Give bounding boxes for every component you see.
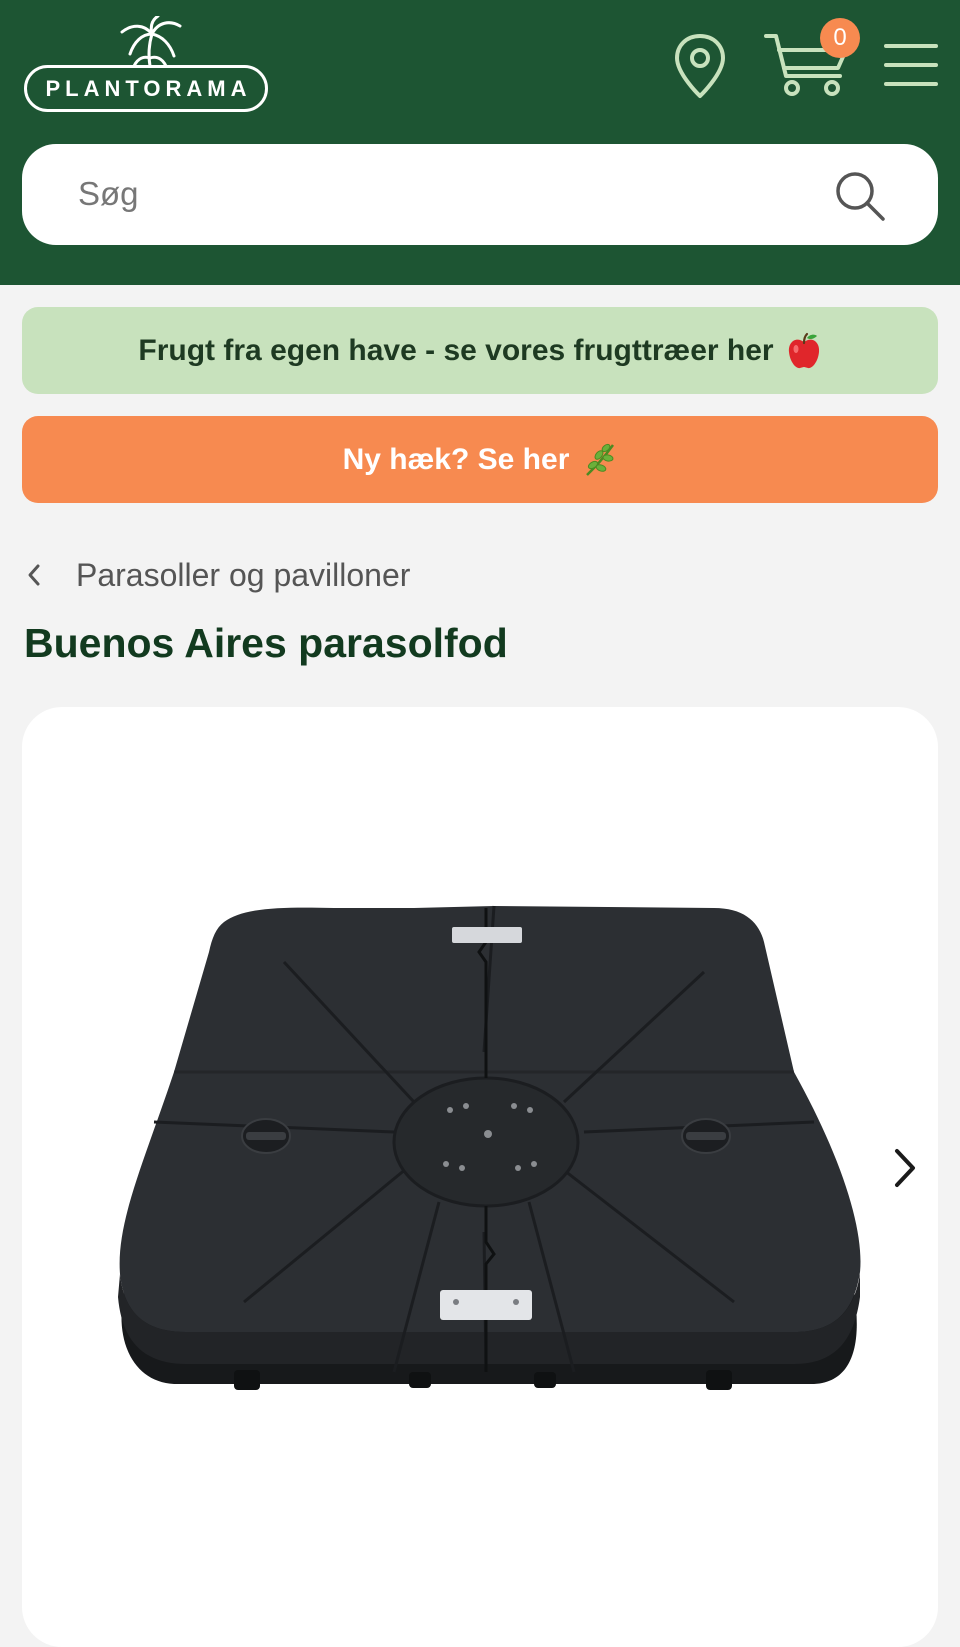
hamburger-menu-icon[interactable] — [884, 40, 938, 90]
search-icon[interactable] — [834, 170, 886, 222]
cart-count-badge[interactable]: 0 — [820, 18, 860, 58]
location-pin-icon[interactable] — [672, 32, 728, 100]
product-image — [118, 905, 861, 1390]
page-title: Buenos Aires parasolfod — [24, 620, 508, 666]
fruit-trees-banner[interactable]: Frugt fra egen have - se vores frugttræe… — [22, 307, 938, 394]
apple-icon — [788, 332, 819, 368]
hedge-banner[interactable]: Ny hæk? Se her — [22, 416, 938, 503]
herb-leaf-icon — [586, 443, 615, 476]
chevron-left-icon — [28, 564, 40, 586]
site-header: PLANTORAMA 0 — [0, 0, 960, 285]
product-image-carousel[interactable] — [22, 707, 938, 1647]
search-input[interactable] — [78, 166, 818, 222]
chevron-right-icon[interactable] — [888, 1145, 920, 1191]
palm-tree-icon — [120, 16, 182, 68]
plantorama-logo[interactable]: PLANTORAMA — [24, 16, 268, 114]
search-bar[interactable] — [22, 144, 938, 245]
breadcrumb-label: Parasoller og pavilloner — [76, 556, 411, 593]
breadcrumb[interactable]: Parasoller og pavilloner — [24, 552, 410, 598]
fruit-trees-banner-text: Frugt fra egen have - se vores frugttræe… — [138, 333, 774, 367]
hedge-banner-text: Ny hæk? Se her — [342, 442, 570, 476]
logo-wordmark: PLANTORAMA — [24, 65, 268, 112]
